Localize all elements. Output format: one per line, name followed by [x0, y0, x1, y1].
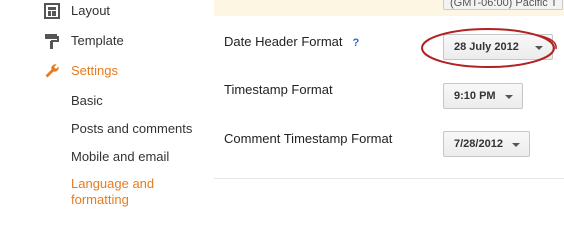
sidebar-item-posts-and-comments[interactable]: Posts and comments [71, 121, 192, 136]
layout-icon [44, 3, 60, 19]
timestamp-format-value: 9:10 PM [454, 90, 496, 102]
sidebar-item-label: Layout [71, 3, 111, 18]
timestamp-format-select[interactable]: 9:10 PM [443, 83, 523, 109]
sidebar-item-label-line2: formatting [71, 192, 129, 207]
wrench-icon [45, 64, 59, 78]
section-divider [214, 178, 564, 179]
date-header-format-text: Date Header Format [224, 34, 343, 49]
paint-roller-icon [45, 34, 59, 49]
comment-timestamp-format-label: Comment Timestamp Format [224, 131, 393, 146]
sidebar-item-template[interactable]: Template [0, 32, 214, 50]
sidebar-item-label-line1: Language and [71, 176, 155, 191]
timestamp-format-label: Timestamp Format [224, 82, 333, 97]
sidebar-item-layout[interactable]: Layout [0, 2, 214, 20]
comment-timestamp-format-value: 7/28/2012 [454, 138, 503, 150]
sidebar-item-basic[interactable]: Basic [71, 93, 103, 108]
annotation-ellipse [421, 28, 557, 68]
comment-timestamp-format-select[interactable]: 7/28/2012 [443, 131, 530, 157]
sidebar-item-language-and-formatting[interactable]: Language and formatting [71, 176, 154, 208]
sidebar-item-mobile-and-email[interactable]: Mobile and email [71, 149, 169, 164]
date-header-format-label: Date Header Format? [224, 34, 359, 49]
timezone-select[interactable]: (GMT-06:00) Pacific T [443, 0, 563, 10]
sidebar-item-settings[interactable]: Settings [0, 62, 214, 80]
chevron-down-icon [512, 143, 520, 147]
help-icon[interactable]: ? [353, 37, 360, 49]
sidebar-item-label: Settings [71, 63, 118, 78]
chevron-down-icon [505, 95, 513, 99]
sidebar: Layout Template Settings Basic Posts and… [0, 0, 214, 218]
sidebar-item-label: Template [71, 33, 124, 48]
